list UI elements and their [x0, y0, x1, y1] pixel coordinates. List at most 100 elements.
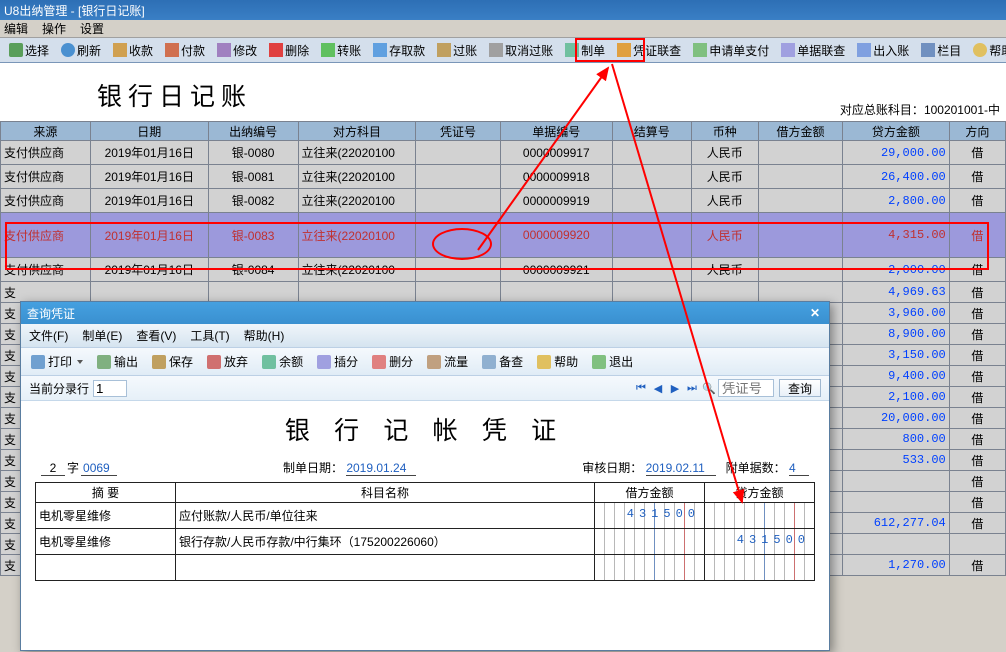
dlg-icon	[482, 355, 496, 369]
lanmu-button[interactable]: 栏目	[916, 39, 966, 61]
dialog-menubar: 文件(F) 制单(E) 查看(V) 工具(T) 帮助(H)	[21, 324, 829, 348]
record-row-input[interactable]	[93, 380, 127, 397]
churuzhang-icon	[857, 43, 871, 57]
dlg-icon	[317, 355, 331, 369]
dlg-icon	[97, 355, 111, 369]
dlg-删分-button[interactable]: 删分	[366, 351, 419, 372]
close-icon[interactable]: ✕	[807, 305, 823, 321]
column-header[interactable]: 出纳编号	[208, 122, 298, 141]
lanmu-icon	[921, 43, 935, 57]
table-row[interactable]: 支付供应商2019年01月16日银-0082立往来(22020100000000…	[1, 189, 1006, 213]
dlg-帮助-button[interactable]: 帮助	[531, 351, 584, 372]
column-header[interactable]: 来源	[1, 122, 91, 141]
dropdown-icon	[77, 360, 83, 364]
page-title: 银行日记账	[97, 77, 252, 113]
xiugai-button[interactable]: 修改	[212, 39, 262, 61]
dialog-toolbar: 打印输出保存放弃余额插分删分流量备查帮助退出	[21, 348, 829, 376]
voucher-table: 摘 要 科目名称 借方金额 贷方金额 电机零星维修应付账款/人民币/单位往来43…	[35, 482, 815, 581]
dialog-menu-item[interactable]: 工具(T)	[190, 327, 229, 344]
dialog-menu-item[interactable]: 帮助(H)	[244, 327, 285, 344]
dlg-放弃-button[interactable]: 放弃	[201, 351, 254, 372]
dlg-打印-button[interactable]: 打印	[25, 351, 89, 372]
dlg-icon	[537, 355, 551, 369]
table-row[interactable]: 支付供应商2019年01月16日银-0083立往来(22020100000000…	[1, 213, 1006, 258]
voucher-row[interactable]: 电机零星维修银行存款/人民币存款/中行集环（175200226060）43150…	[36, 529, 815, 555]
next-record-icon[interactable]: ▶	[667, 380, 683, 396]
shenqingdanzhifu-button[interactable]: 申请单支付	[688, 39, 774, 61]
dlg-输出-button[interactable]: 输出	[91, 351, 144, 372]
dialog-menu-item[interactable]: 查看(V)	[136, 327, 176, 344]
search-icon[interactable]: 🔍	[701, 380, 717, 396]
dlg-icon	[592, 355, 606, 369]
column-header[interactable]: 方向	[949, 122, 1005, 141]
quxiaoguozhang-button[interactable]: 取消过账	[484, 39, 558, 61]
voucher-attach-count: 4	[789, 461, 809, 476]
dlg-保存-button[interactable]: 保存	[146, 351, 199, 372]
cunqukuan-button[interactable]: 存取款	[368, 39, 430, 61]
prev-record-icon[interactable]: ◀	[650, 380, 666, 396]
record-nav: 当前分录行 ⏮ ◀ ▶ ⏭ 🔍 查询	[21, 376, 829, 401]
churuzhang-button[interactable]: 出入账	[852, 39, 914, 61]
cunqukuan-icon	[373, 43, 387, 57]
subject-info: 对应总账科目：100201001-中	[840, 101, 1000, 118]
table-row[interactable]: 支付供应商2019年01月16日银-0081立往来(22020100000000…	[1, 165, 1006, 189]
dialog-menu-item[interactable]: 制单(E)	[82, 327, 122, 344]
voucher-audit-date: 2019.02.11	[646, 461, 716, 476]
fukuan-button[interactable]: 付款	[160, 39, 210, 61]
first-record-icon[interactable]: ⏮	[633, 380, 649, 396]
record-label: 当前分录行	[29, 380, 89, 397]
dlg-icon	[31, 355, 45, 369]
guozhang-button[interactable]: 过账	[432, 39, 482, 61]
voucher-search-input[interactable]	[718, 379, 774, 397]
refresh-button[interactable]: 刷新	[56, 39, 106, 61]
pingzhenglianzhao-icon	[617, 43, 631, 57]
shoukuan-button[interactable]: 收款	[108, 39, 158, 61]
search-button[interactable]: 查询	[779, 379, 821, 397]
table-row[interactable]: 支付供应商2019年01月16日银-0084立往来(22020100000000…	[1, 258, 1006, 282]
last-record-icon[interactable]: ⏭	[684, 380, 700, 396]
danjulianzhao-icon	[781, 43, 795, 57]
column-header[interactable]: 单据编号	[500, 122, 612, 141]
dlg-备查-button[interactable]: 备查	[476, 351, 529, 372]
quxiaoguozhang-icon	[489, 43, 503, 57]
dlg-退出-button[interactable]: 退出	[586, 351, 639, 372]
dlg-icon	[262, 355, 276, 369]
voucher-make-date: 2019.01.24	[346, 461, 416, 476]
dialog-menu-item[interactable]: 文件(F)	[29, 327, 68, 344]
dlg-icon	[427, 355, 441, 369]
column-header[interactable]: 借方金额	[758, 122, 842, 141]
column-header[interactable]: 结算号	[612, 122, 691, 141]
column-header[interactable]: 贷方金额	[843, 122, 950, 141]
toolbar: 选择刷新收款付款修改删除转账存取款过账取消过账制单凭证联查申请单支付单据联查出入…	[0, 38, 1006, 63]
voucher-zi-no: 0069	[81, 461, 117, 476]
menu-edit[interactable]: 编辑	[4, 20, 28, 37]
table-row[interactable]: 支4,969.63借	[1, 282, 1006, 303]
dlg-余额-button[interactable]: 余额	[256, 351, 309, 372]
voucher-dialog: 查询凭证 ✕ 文件(F) 制单(E) 查看(V) 工具(T) 帮助(H) 打印输出保存放…	[20, 301, 830, 651]
table-row[interactable]: 支付供应商2019年01月16日银-0080立往来(22020100000000…	[1, 141, 1006, 165]
shanchu-button[interactable]: 删除	[264, 39, 314, 61]
bangzhu-icon	[973, 43, 987, 57]
column-header[interactable]: 日期	[90, 122, 208, 141]
window-title: U8出纳管理 - [银行日记账]	[4, 2, 145, 19]
column-header[interactable]: 币种	[691, 122, 758, 141]
dialog-titlebar: 查询凭证 ✕	[21, 302, 829, 324]
dlg-流量-button[interactable]: 流量	[421, 351, 474, 372]
menu-operate[interactable]: 操作	[42, 20, 66, 37]
select-button[interactable]: 选择	[4, 39, 54, 61]
column-header[interactable]: 凭证号	[416, 122, 500, 141]
column-header[interactable]: 对方科目	[298, 122, 416, 141]
voucher-row[interactable]	[36, 555, 815, 581]
zhidan-button[interactable]: 制单	[560, 39, 610, 61]
menubar: 编辑 操作 设置	[0, 20, 1006, 38]
pingzhenglianzhao-button[interactable]: 凭证联查	[612, 39, 686, 61]
voucher-row[interactable]: 电机零星维修应付账款/人民币/单位往来431500	[36, 503, 815, 529]
menu-settings[interactable]: 设置	[80, 20, 104, 37]
zhuanzhang-button[interactable]: 转账	[316, 39, 366, 61]
select-icon	[9, 43, 23, 57]
dlg-icon	[207, 355, 221, 369]
danjulianzhao-button[interactable]: 单据联查	[776, 39, 850, 61]
dlg-插分-button[interactable]: 插分	[311, 351, 364, 372]
window-titlebar: U8出纳管理 - [银行日记账]	[0, 0, 1006, 20]
bangzhu-button[interactable]: 帮助	[968, 39, 1006, 61]
